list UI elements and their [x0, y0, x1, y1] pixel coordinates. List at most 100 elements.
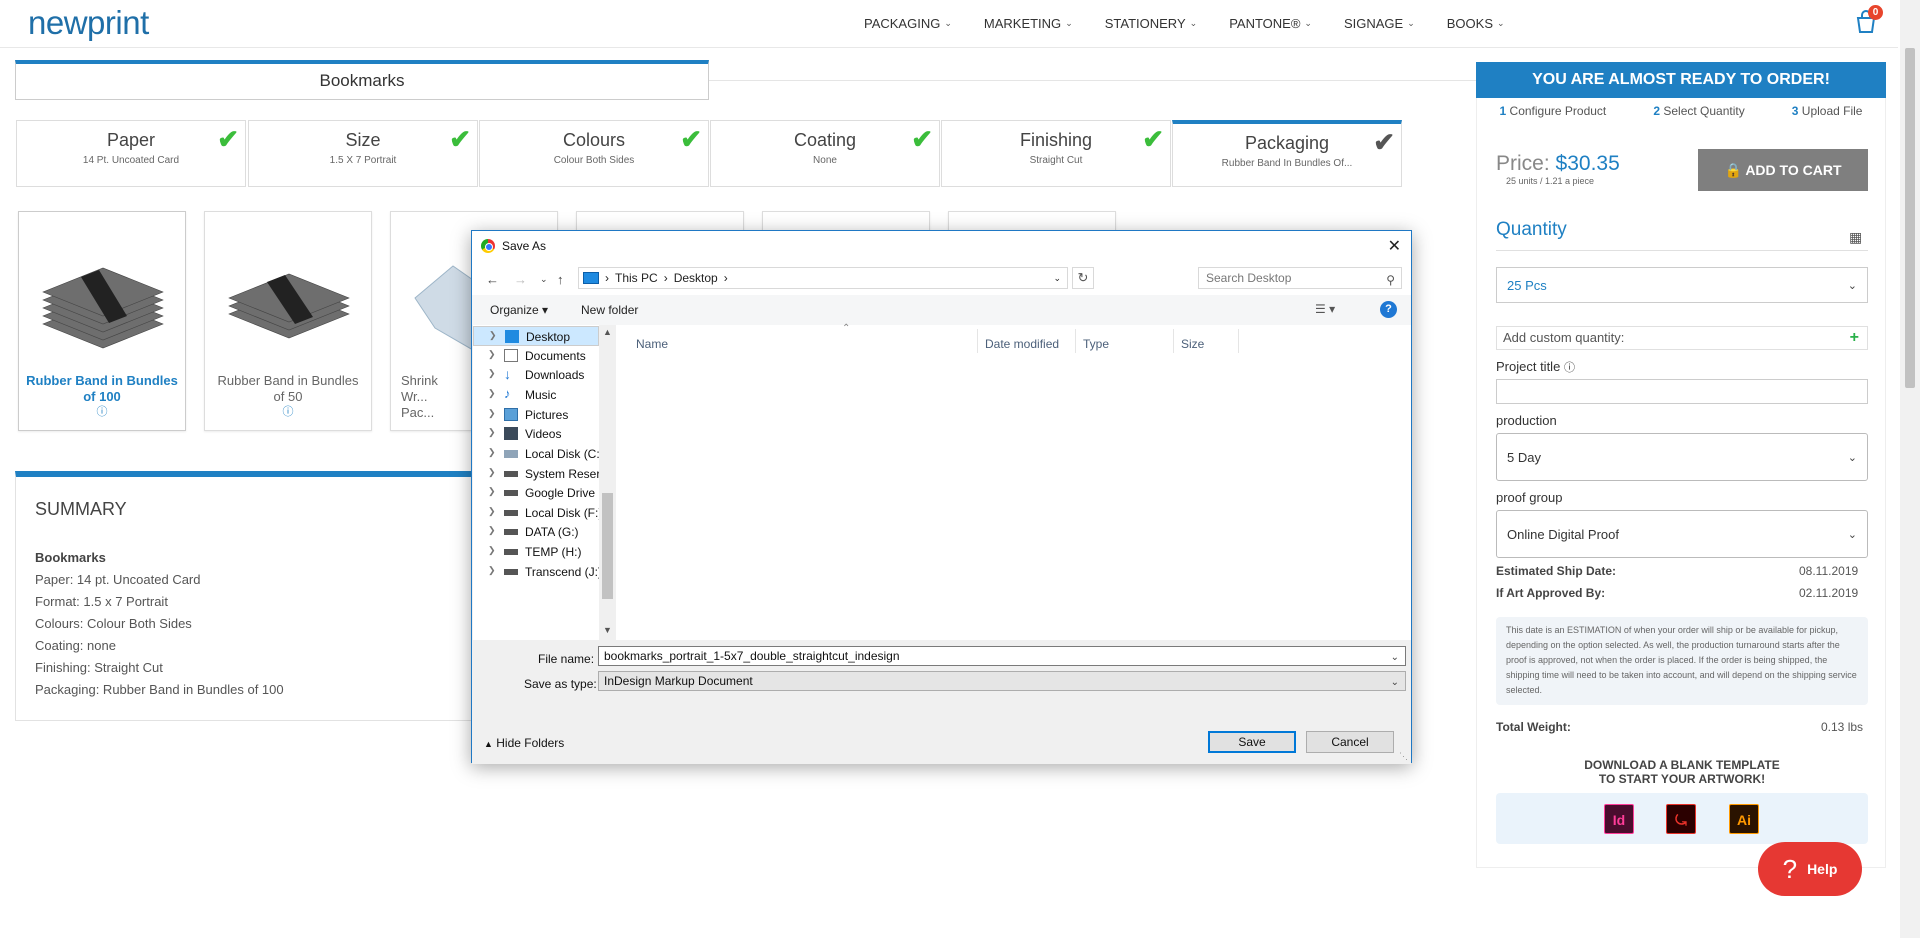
- scrollbar-thumb[interactable]: [602, 493, 613, 599]
- option-card[interactable]: [948, 211, 1116, 231]
- step-paper[interactable]: Paper 14 Pt. Uncoated Card ✔: [16, 120, 246, 187]
- column-header-type[interactable]: Type: [1083, 337, 1109, 351]
- grid-icon[interactable]: ▦: [1849, 229, 1862, 246]
- recent-dropdown-icon[interactable]: ⌄: [540, 274, 548, 285]
- chevron-right-icon[interactable]: ❯: [488, 467, 496, 478]
- chevron-right-icon[interactable]: ❯: [488, 388, 496, 399]
- order-step-1[interactable]: 1 Configure Product: [1500, 104, 1607, 118]
- chevron-right-icon[interactable]: ❯: [488, 486, 496, 497]
- refresh-icon[interactable]: ↻: [1072, 267, 1094, 289]
- nav-marketing[interactable]: MARKETING ⌄: [984, 16, 1073, 31]
- step-packaging[interactable]: Packaging Rubber Band In Bundles Of... ✔: [1172, 120, 1402, 187]
- production-select[interactable]: 5 Day ⌄: [1496, 433, 1868, 481]
- column-separator[interactable]: [1173, 329, 1174, 353]
- tree-item-data-g[interactable]: ❯ DATA (G:): [473, 522, 599, 542]
- add-to-cart-button[interactable]: 🔒 ADD TO CART: [1698, 149, 1868, 191]
- step-coating[interactable]: Coating None ✔: [710, 120, 940, 187]
- nav-pantone[interactable]: PANTONE® ⌄: [1229, 16, 1312, 31]
- nav-packaging[interactable]: PACKAGING ⌄: [864, 16, 952, 31]
- plus-icon[interactable]: +: [1850, 327, 1859, 349]
- tree-item-system-reserved[interactable]: ❯ System Reserved: [473, 464, 599, 484]
- pdf-template-icon[interactable]: ⤿: [1666, 804, 1696, 834]
- nav-signage[interactable]: SIGNAGE ⌄: [1344, 16, 1415, 31]
- step-colours[interactable]: Colours Colour Both Sides ✔: [479, 120, 709, 187]
- breadcrumb-this-pc[interactable]: This PC: [615, 271, 658, 285]
- nav-books[interactable]: BOOKS ⌄: [1447, 16, 1505, 31]
- column-header-date-modified[interactable]: Date modified: [985, 337, 1059, 351]
- chevron-right-icon[interactable]: ❯: [488, 525, 496, 536]
- back-arrow-icon[interactable]: ←: [486, 272, 499, 287]
- tree-item-desktop[interactable]: ❯ Desktop: [473, 326, 599, 346]
- chevron-down-icon[interactable]: ⌄: [1391, 649, 1399, 667]
- chevron-right-icon[interactable]: ❯: [488, 565, 496, 576]
- tree-item-videos[interactable]: ❯ Videos: [473, 424, 599, 444]
- chevron-down-icon[interactable]: ⌄: [1053, 273, 1061, 284]
- illustrator-template-icon[interactable]: Ai: [1729, 804, 1759, 834]
- option-card-bundles-50[interactable]: Rubber Band in Bundles of 50 ⓘ: [204, 211, 372, 431]
- quantity-value: 25 Pcs: [1507, 277, 1547, 293]
- chevron-right-icon[interactable]: ❯: [488, 349, 496, 360]
- cancel-button[interactable]: Cancel: [1306, 731, 1394, 753]
- project-title-input[interactable]: [1496, 379, 1868, 404]
- help-icon[interactable]: ?: [1380, 301, 1397, 318]
- tree-item-local-disk-c[interactable]: ❯ Local Disk (C:): [473, 444, 599, 464]
- tree-item-documents[interactable]: ❯ Documents: [473, 346, 599, 366]
- close-icon[interactable]: ✕: [1388, 236, 1401, 256]
- option-card[interactable]: [576, 211, 744, 231]
- up-arrow-icon[interactable]: ↑: [557, 272, 564, 287]
- quantity-select[interactable]: 25 Pcs ⌄: [1496, 267, 1868, 303]
- proof-group-select[interactable]: Online Digital Proof ⌄: [1496, 510, 1868, 558]
- chevron-right-icon[interactable]: ❯: [488, 368, 496, 379]
- column-separator[interactable]: [977, 329, 978, 353]
- indesign-template-icon[interactable]: Id: [1604, 804, 1634, 834]
- newprint-logo[interactable]: newprint: [28, 4, 149, 42]
- file-name-input[interactable]: bookmarks_portrait_1-5x7_double_straight…: [598, 646, 1406, 666]
- option-card[interactable]: [762, 211, 930, 231]
- tree-item-downloads[interactable]: ❯ ↓ Downloads: [473, 365, 599, 385]
- tree-item-music[interactable]: ❯ ♪ Music: [473, 385, 599, 405]
- breadcrumb-desktop[interactable]: Desktop: [674, 271, 718, 285]
- info-icon[interactable]: ⓘ: [19, 403, 185, 419]
- dialog-titlebar[interactable]: Save As ✕: [472, 231, 1411, 261]
- chevron-right-icon[interactable]: ❯: [488, 506, 496, 517]
- chevron-right-icon[interactable]: ❯: [488, 427, 496, 438]
- resize-grip-icon[interactable]: ⋱: [1399, 751, 1408, 762]
- chevron-right-icon[interactable]: ❯: [489, 330, 497, 341]
- chevron-right-icon[interactable]: ❯: [488, 408, 496, 419]
- forward-arrow-icon[interactable]: →: [514, 272, 527, 287]
- chevron-right-icon[interactable]: ❯: [488, 545, 496, 556]
- info-icon[interactable]: ⓘ: [1564, 362, 1575, 374]
- save-button[interactable]: Save: [1208, 731, 1296, 753]
- order-step-3[interactable]: 3 Upload File: [1792, 104, 1863, 118]
- column-separator[interactable]: [1238, 329, 1239, 353]
- info-icon[interactable]: ⓘ: [205, 403, 371, 419]
- tree-item-transcend-j[interactable]: ❯ Transcend (J:): [473, 562, 599, 582]
- tree-item-pictures[interactable]: ❯ Pictures: [473, 405, 599, 425]
- nav-stationery[interactable]: STATIONERY ⌄: [1105, 16, 1197, 31]
- new-folder-button[interactable]: New folder: [581, 303, 638, 317]
- column-header-size[interactable]: Size: [1181, 337, 1204, 351]
- address-bar[interactable]: › This PC › Desktop › ⌄: [578, 267, 1068, 289]
- search-input[interactable]: Search Desktop ⚲: [1198, 267, 1402, 289]
- sort-arrow-icon: ⌃: [842, 323, 851, 334]
- step-size[interactable]: Size 1.5 X 7 Portrait ✔: [248, 120, 478, 187]
- scroll-down-icon[interactable]: ▼: [603, 625, 612, 635]
- custom-quantity-input[interactable]: Add custom quantity: +: [1496, 326, 1868, 350]
- help-button[interactable]: ? Help: [1758, 842, 1862, 896]
- hide-folders-button[interactable]: ▲ Hide Folders: [484, 736, 564, 750]
- save-as-type-select[interactable]: InDesign Markup Document ⌄: [598, 671, 1406, 691]
- tree-item-google-drive[interactable]: ❯ Google Drive File: [473, 483, 599, 503]
- option-card-bundles-100[interactable]: Rubber Band in Bundles of 100 ⓘ: [18, 211, 186, 431]
- folder-tree-scrollbar[interactable]: ▲ ▼: [599, 325, 616, 640]
- view-options-icon[interactable]: ☰ ▾: [1315, 302, 1335, 316]
- chevron-right-icon[interactable]: ❯: [488, 447, 496, 458]
- order-step-2[interactable]: 2 Select Quantity: [1653, 104, 1744, 118]
- tree-item-temp-h[interactable]: ❯ TEMP (H:): [473, 542, 599, 562]
- column-separator[interactable]: [1075, 329, 1076, 353]
- tree-item-local-disk-f[interactable]: ❯ Local Disk (F:): [473, 503, 599, 523]
- page-scrollbar-thumb[interactable]: [1905, 48, 1915, 388]
- scroll-up-icon[interactable]: ▲: [603, 327, 612, 337]
- step-finishing[interactable]: Finishing Straight Cut ✔: [941, 120, 1171, 187]
- organize-button[interactable]: Organize ▾: [490, 303, 548, 317]
- column-header-name[interactable]: Name: [636, 337, 668, 351]
